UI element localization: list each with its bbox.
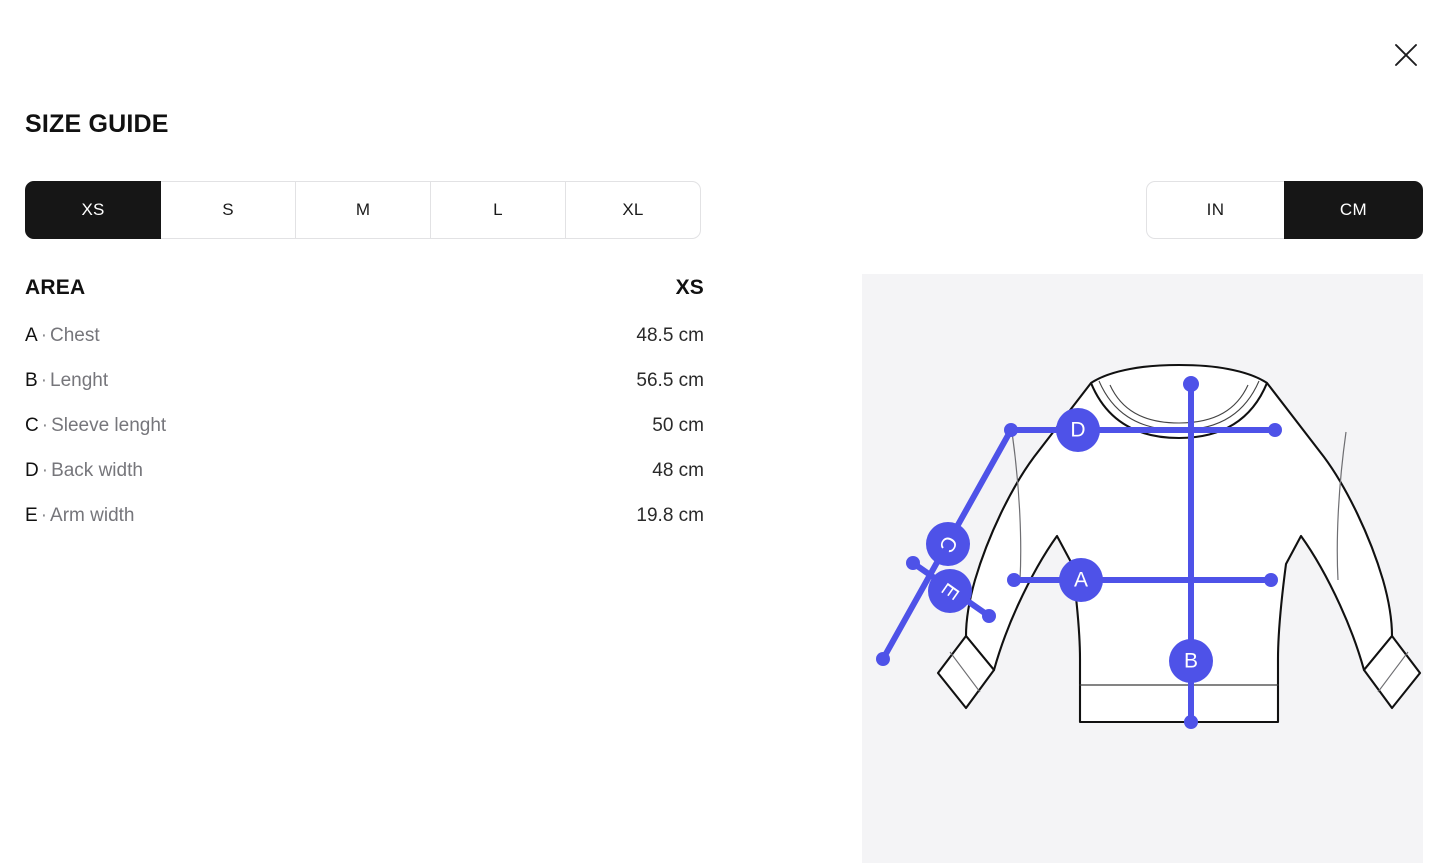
close-button[interactable] xyxy=(1389,38,1423,72)
row-separator: · xyxy=(40,505,48,526)
garment-diagram-svg: D A B C E xyxy=(876,363,1422,729)
row-separator: · xyxy=(41,460,49,481)
row-name: Chest xyxy=(50,325,100,346)
table-row-value: 48 cm xyxy=(652,460,704,481)
endpoint-arm-width-top xyxy=(906,556,920,570)
table-row-label: B · Lenght xyxy=(25,370,108,392)
row-name: Back width xyxy=(51,460,143,481)
row-key: A xyxy=(25,325,38,346)
row-key: C xyxy=(25,415,39,436)
table-row-value: 19.8 cm xyxy=(636,505,704,526)
marker-d-label: D xyxy=(1070,419,1085,442)
marker-a: A xyxy=(1059,558,1103,602)
table-header-area: AREA xyxy=(25,276,86,299)
table-row: A · Chest 48.5 cm xyxy=(25,325,704,370)
row-key: B xyxy=(25,370,38,391)
table-header-size: XS xyxy=(675,276,704,299)
unit-option-in[interactable]: IN xyxy=(1146,181,1285,239)
table-row: C · Sleeve lenght 50 cm xyxy=(25,415,704,460)
garment-diagram-panel: D A B C E xyxy=(862,274,1423,863)
row-separator: · xyxy=(40,325,48,346)
endpoint-chest-left xyxy=(1007,573,1021,587)
endpoint-hem-bottom xyxy=(1184,715,1198,729)
row-key: E xyxy=(25,505,38,526)
measurement-table: AREA XS A · Chest 48.5 cm B · Lenght 56.5 cm… xyxy=(25,276,704,550)
row-separator: · xyxy=(40,370,48,391)
endpoint-chest-right xyxy=(1264,573,1278,587)
table-row-label: C · Sleeve lenght xyxy=(25,415,166,437)
endpoint-cuff-left xyxy=(876,652,890,666)
marker-b-label: B xyxy=(1184,650,1198,673)
page-title: SIZE GUIDE xyxy=(25,110,169,138)
size-option-xs[interactable]: XS xyxy=(25,181,161,239)
marker-d: D xyxy=(1056,408,1100,452)
close-icon xyxy=(1392,41,1420,69)
table-row-value: 50 cm xyxy=(652,415,704,436)
table-row-value: 56.5 cm xyxy=(636,370,704,391)
table-row: E · Arm width 19.8 cm xyxy=(25,505,704,550)
size-selector[interactable]: XS S M L XL xyxy=(25,181,701,239)
unit-option-cm[interactable]: CM xyxy=(1284,181,1423,239)
table-row-label: A · Chest xyxy=(25,325,100,347)
size-option-m[interactable]: M xyxy=(295,181,431,239)
row-name: Lenght xyxy=(50,370,109,391)
marker-a-label: A xyxy=(1074,569,1088,592)
marker-e: E xyxy=(928,569,972,613)
row-key: D xyxy=(25,460,39,481)
size-option-l[interactable]: L xyxy=(430,181,566,239)
endpoint-arm-width-bottom xyxy=(982,609,996,623)
row-separator: · xyxy=(41,415,49,436)
endpoint-shoulder-right xyxy=(1268,423,1282,437)
endpoint-shoulder-left xyxy=(1004,423,1018,437)
marker-c: C xyxy=(926,522,970,566)
marker-b: B xyxy=(1169,639,1213,683)
table-row-label: D · Back width xyxy=(25,460,143,482)
size-option-xl[interactable]: XL xyxy=(565,181,701,239)
table-row-value: 48.5 cm xyxy=(636,325,704,346)
row-name: Sleeve lenght xyxy=(51,415,167,436)
unit-selector[interactable]: IN CM xyxy=(1146,181,1423,239)
endpoint-neck-top xyxy=(1183,376,1199,392)
table-row: B · Lenght 56.5 cm xyxy=(25,370,704,415)
size-option-s[interactable]: S xyxy=(160,181,296,239)
table-row: D · Back width 48 cm xyxy=(25,460,704,505)
table-row-label: E · Arm width xyxy=(25,505,134,527)
table-header: AREA XS xyxy=(25,276,704,300)
row-name: Arm width xyxy=(50,505,135,526)
